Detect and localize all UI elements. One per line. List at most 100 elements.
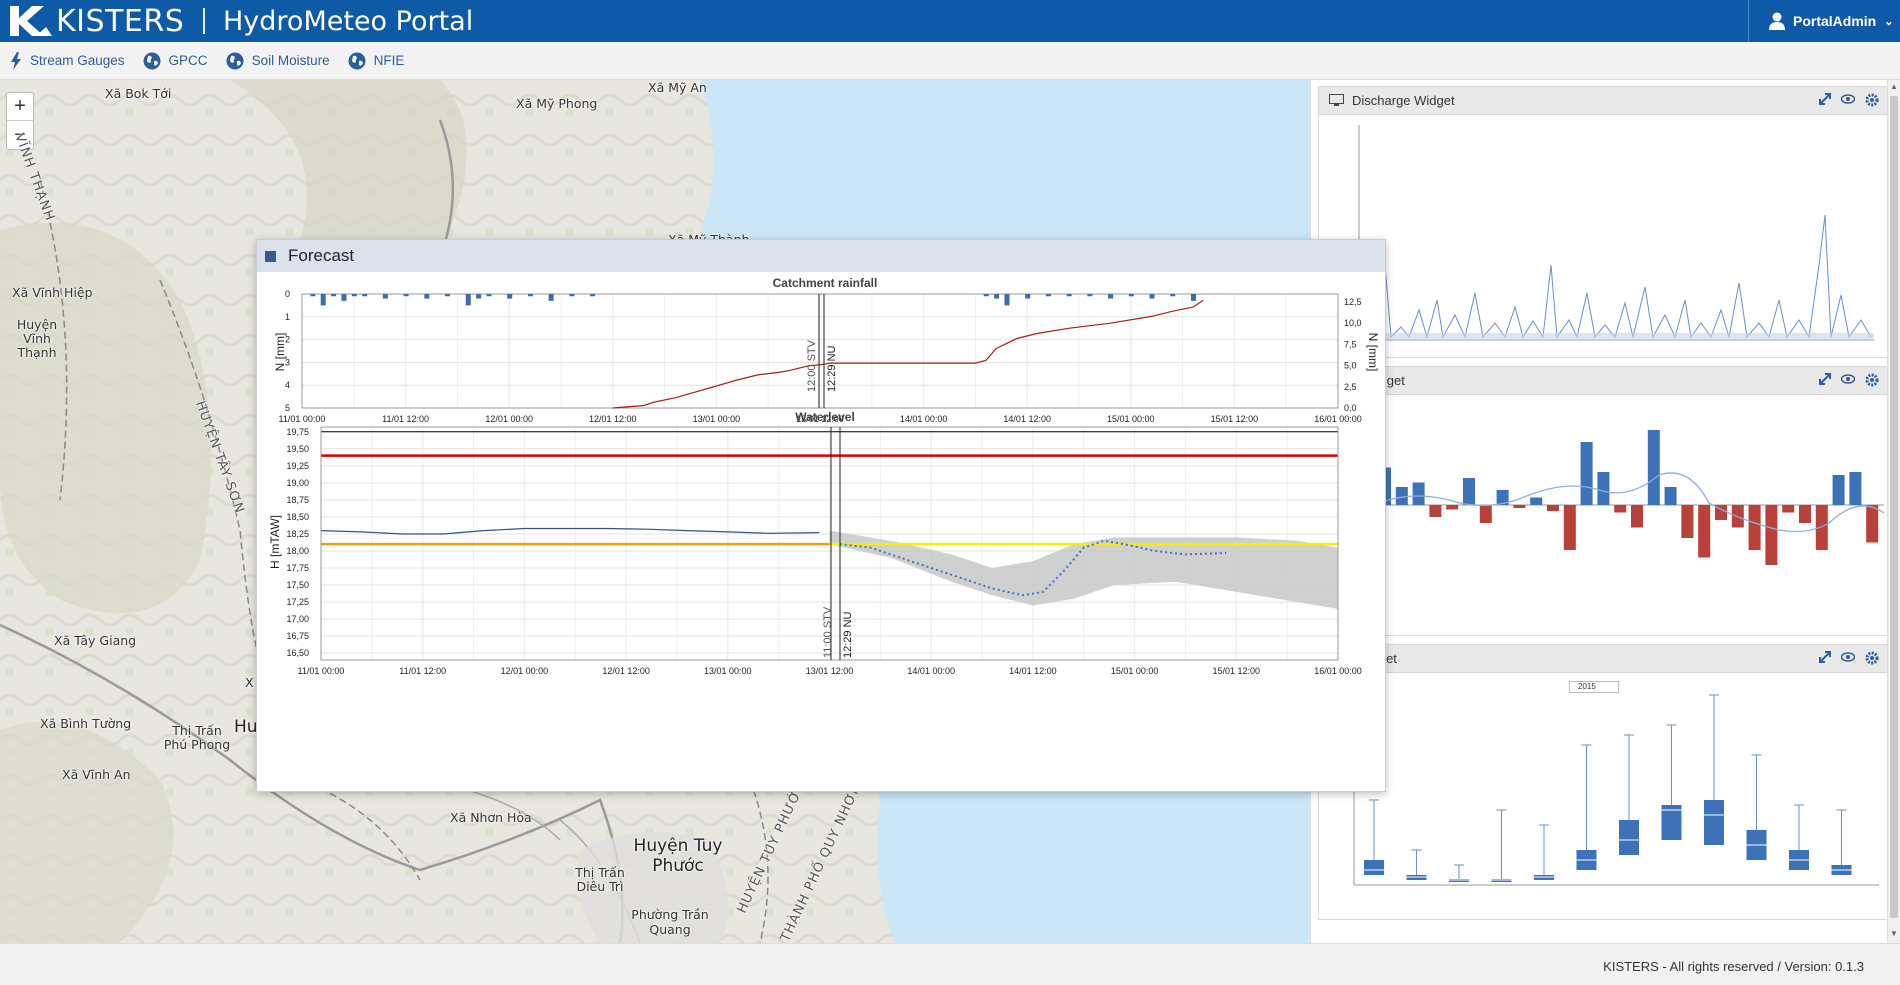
widget-actions xyxy=(1809,373,1879,387)
rainfall-bar xyxy=(1190,294,1196,301)
x-tick-label: 11/01 12:00 xyxy=(382,414,429,424)
rainfall-bar xyxy=(476,294,482,299)
eye-icon[interactable] xyxy=(1841,651,1855,665)
anomaly-bar xyxy=(1631,505,1643,528)
forecast-dialog[interactable]: Forecast Catchment rainfall N [mm] N [mm… xyxy=(256,239,1386,792)
rainfall-bar xyxy=(486,294,492,297)
rainfall-bar xyxy=(310,294,316,297)
toolbar-label: Stream Gauges xyxy=(30,53,125,68)
rainfall-bar xyxy=(527,294,533,297)
forecast-charts: Catchment rainfall N [mm] N [mm] 012345 … xyxy=(268,276,1380,676)
rainfall-bar xyxy=(424,294,430,299)
globe-icon xyxy=(348,52,366,69)
y-tick-label: 19,75 xyxy=(286,427,309,437)
scroll-up-icon[interactable]: ▲ xyxy=(1890,82,1898,91)
lightning-icon xyxy=(11,51,21,70)
anomaly-bar xyxy=(1580,442,1593,505)
user-menu[interactable]: PortalAdmin ⌄ xyxy=(1748,0,1900,42)
y-tick-label: 17,00 xyxy=(286,614,309,624)
marker-label: 12:00 STV xyxy=(806,339,818,392)
map-label: Xã Vĩnh An xyxy=(62,767,131,782)
anomaly-bar xyxy=(1782,505,1795,513)
x-tick-label: 13/01 00:00 xyxy=(704,666,752,676)
x-tick-label: 14/01 00:00 xyxy=(907,666,955,676)
map-label: Xã Mỹ An xyxy=(648,80,707,95)
kisters-logo[interactable]: KISTERS xyxy=(10,4,184,39)
discharge-widget: Discharge Widget xyxy=(1318,86,1888,358)
layer-toolbar: Stream Gauges GPCC Soil Moisture NFIE xyxy=(0,42,1900,80)
forecast-header[interactable]: Forecast xyxy=(257,240,1385,272)
expand-icon[interactable] xyxy=(1819,373,1831,387)
map-label: Hu xyxy=(234,717,258,737)
map-label: Phường Trần Quang xyxy=(631,907,709,937)
x-tick-label: 16/01 00:00 xyxy=(1314,414,1362,424)
eye-icon[interactable] xyxy=(1841,93,1855,107)
rainfall-bar xyxy=(465,294,471,306)
toolbar-gpcc[interactable]: GPCC xyxy=(143,52,208,70)
gear-icon[interactable] xyxy=(1865,93,1879,107)
x-tick-label: 13/01 00:00 xyxy=(693,414,741,424)
anomaly-bar xyxy=(1614,505,1627,513)
rainfall-bar xyxy=(382,294,388,299)
x-tick-label: 15/01 00:00 xyxy=(1107,414,1155,424)
boxplot-chart xyxy=(1353,693,1879,886)
anomaly-bar xyxy=(1647,430,1660,505)
rainfall-bar xyxy=(341,294,347,301)
toolbar-label: GPCC xyxy=(168,53,208,68)
rainfall-bar xyxy=(1066,294,1072,297)
gear-icon[interactable] xyxy=(1865,651,1879,665)
anomaly-bar xyxy=(1748,505,1761,550)
anomaly-bar xyxy=(1849,472,1862,505)
y-tick-label: 17,25 xyxy=(286,597,309,607)
y-tick-label: 1 xyxy=(285,312,290,322)
wl-title: Waterlevel xyxy=(795,410,855,424)
year-select[interactable]: 2015 xyxy=(1569,681,1619,693)
rain-title: Catchment rainfall xyxy=(773,276,878,290)
widget-actions xyxy=(1809,93,1879,107)
zoom-in-button[interactable]: + xyxy=(7,93,33,121)
rainfall-bar xyxy=(320,294,326,306)
scroll-thumb[interactable] xyxy=(1890,96,1898,918)
forecast-title: Forecast xyxy=(288,246,355,265)
toolbar-stream-gauges[interactable]: Stream Gauges xyxy=(10,51,125,70)
discharge-chart xyxy=(1358,125,1874,341)
anomaly-bar xyxy=(1597,472,1610,505)
eye-icon[interactable] xyxy=(1841,373,1855,387)
map-label: Xã Bình Tường xyxy=(40,716,132,731)
x-tick-label: 13/01 12:00 xyxy=(806,666,854,676)
y2-tick-label: 0,0 xyxy=(1344,403,1357,413)
widget-actions xyxy=(1809,651,1879,665)
scroll-down-icon[interactable]: ▼ xyxy=(1890,929,1898,938)
rainfall-bar xyxy=(445,294,451,297)
rainfall-bar xyxy=(994,294,1000,299)
anomaly-bar xyxy=(1513,505,1526,508)
rainfall-bar xyxy=(1149,294,1155,299)
y-tick-label: 19,50 xyxy=(286,444,309,454)
anomaly-bar xyxy=(1530,497,1543,505)
expand-icon[interactable] xyxy=(1819,651,1831,665)
expand-icon[interactable] xyxy=(1819,93,1831,107)
y-tick-label: 19,25 xyxy=(286,461,309,471)
page-footer: KISTERS - All rights reserved / Version:… xyxy=(0,943,1900,985)
page-scrollbar[interactable]: ▲ ▼ xyxy=(1887,80,1900,943)
anomaly-bar xyxy=(1866,505,1879,543)
anomaly-bar xyxy=(1815,505,1828,550)
gear-icon[interactable] xyxy=(1865,373,1879,387)
marker-label: 12:29 NU xyxy=(842,611,854,658)
y-tick-label: 18,25 xyxy=(286,529,309,539)
y2-tick-label: 10,0 xyxy=(1344,318,1362,328)
rainfall-bar xyxy=(351,294,357,297)
anomaly-chart xyxy=(1373,430,1885,565)
widget-title: Discharge Widget xyxy=(1352,93,1455,108)
map-label: Xã Tây Giang xyxy=(54,633,137,648)
footer-text: KISTERS - All rights reserved / Version:… xyxy=(1603,959,1864,974)
anomaly-bar xyxy=(1412,482,1425,505)
y-tick-label: 19,00 xyxy=(286,478,309,488)
widget-header: evel Widget xyxy=(1319,645,1887,673)
toolbar-label: Soil Moisture xyxy=(251,53,330,68)
x-tick-label: 14/01 12:00 xyxy=(1009,666,1057,676)
toolbar-nfie[interactable]: NFIE xyxy=(348,52,404,70)
rainfall-bar xyxy=(1087,294,1093,297)
toolbar-soil-moisture[interactable]: Soil Moisture xyxy=(226,52,330,70)
x-tick-label: 12/01 12:00 xyxy=(589,414,637,424)
